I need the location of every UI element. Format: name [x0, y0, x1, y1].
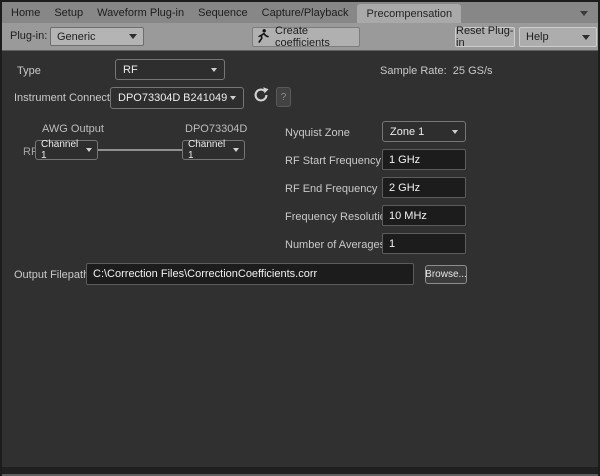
plugin-label: Plug-in: — [10, 30, 47, 42]
chevron-down-icon — [582, 35, 590, 40]
create-coefficients-label: Create coefficients — [275, 25, 353, 49]
scope-header: DPO73304D — [185, 123, 247, 135]
frequency-resolution-label: Frequency Resolution — [285, 211, 392, 223]
instrument-help-button[interactable]: ? — [276, 87, 291, 107]
rf-start-frequency-input[interactable] — [382, 149, 466, 170]
awg-output-header: AWG Output — [42, 123, 104, 135]
awg-channel-select[interactable]: Channel 1 — [35, 140, 98, 160]
menu-item-sequence[interactable]: Sequence — [191, 3, 255, 23]
nyquist-zone-select[interactable]: Zone 1 — [382, 121, 466, 142]
scope-channel-select[interactable]: Channel 1 — [182, 140, 245, 160]
plugin-toolbar: Plug-in: Generic Create coefficients Res… — [2, 23, 598, 51]
number-of-averages-label: Number of Averages — [285, 239, 385, 251]
chevron-down-icon[interactable] — [580, 11, 588, 16]
plugin-select[interactable]: Generic — [50, 27, 144, 46]
awg-channel-value: Channel 1 — [41, 139, 86, 161]
precompensation-window: Home Setup Waveform Plug-in Sequence Cap… — [0, 0, 600, 476]
window-bottom-frame — [2, 467, 598, 476]
instrument-serial: B241049 — [183, 92, 227, 104]
menu-bar: Home Setup Waveform Plug-in Sequence Cap… — [2, 2, 598, 23]
frequency-resolution-input[interactable] — [382, 205, 466, 226]
chevron-down-icon — [230, 96, 236, 100]
help-label: Help — [526, 31, 549, 43]
menu-item-setup[interactable]: Setup — [47, 3, 90, 23]
type-label: Type — [17, 65, 41, 77]
connection-line — [98, 149, 182, 151]
rf-end-frequency-input[interactable] — [382, 177, 466, 198]
rf-start-frequency-label: RF Start Frequency — [285, 155, 381, 167]
run-person-icon — [257, 29, 269, 46]
output-filepath-input[interactable] — [86, 263, 414, 285]
menu-item-waveform-plugin[interactable]: Waveform Plug-in — [90, 3, 191, 23]
chevron-down-icon — [129, 34, 137, 39]
help-dropdown[interactable]: Help — [519, 27, 597, 47]
menu-item-capture-playback[interactable]: Capture/Playback — [255, 3, 356, 23]
chevron-down-icon — [86, 148, 92, 152]
plugin-select-value: Generic — [57, 31, 96, 43]
nyquist-zone-value: Zone 1 — [390, 126, 424, 138]
chevron-down-icon — [233, 148, 239, 152]
sample-rate-label: Sample Rate: — [380, 65, 447, 77]
refresh-icon — [252, 86, 270, 109]
menu-item-home[interactable]: Home — [2, 3, 47, 23]
number-of-averages-input[interactable] — [382, 233, 466, 254]
reset-plugin-button[interactable]: Reset Plug-in — [455, 27, 515, 47]
browse-button[interactable]: Browse... — [425, 265, 467, 284]
output-filepath-label: Output Filepath — [14, 269, 89, 281]
chevron-down-icon — [211, 68, 217, 72]
instrument-connection-label: Instrument Connection — [14, 92, 125, 104]
instrument-model: DPO73304D — [118, 92, 180, 104]
type-select-value: RF — [123, 64, 138, 76]
rf-end-frequency-label: RF End Frequency — [285, 183, 377, 195]
refresh-button[interactable] — [250, 86, 272, 108]
create-coefficients-button[interactable]: Create coefficients — [252, 27, 360, 47]
sample-rate-value: 25 GS/s — [453, 65, 493, 77]
scope-channel-value: Channel 1 — [188, 139, 233, 161]
chevron-down-icon — [452, 130, 458, 134]
instrument-connection-select[interactable]: DPO73304D B241049 — [110, 87, 244, 109]
sample-rate: Sample Rate: 25 GS/s — [380, 65, 493, 77]
nyquist-zone-label: Nyquist Zone — [285, 127, 350, 139]
type-select[interactable]: RF — [115, 59, 225, 80]
tab-precompensation[interactable]: Precompensation — [357, 4, 461, 23]
